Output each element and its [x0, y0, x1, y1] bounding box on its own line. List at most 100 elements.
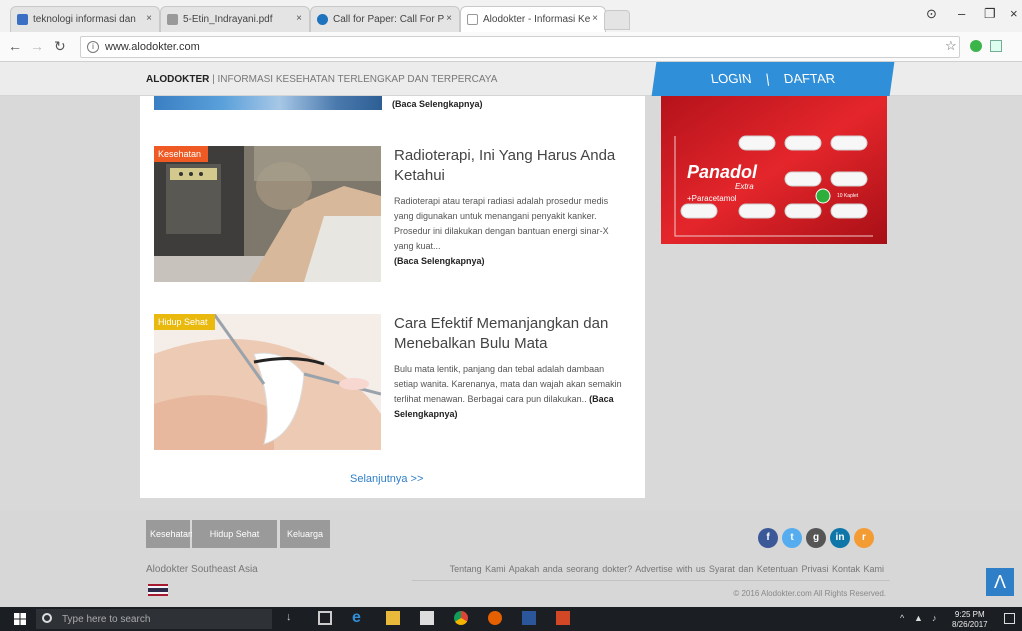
category-badge[interactable]: Hidup Sehat [154, 314, 215, 330]
rss-icon[interactable]: r [854, 528, 874, 548]
facebook-icon[interactable]: f [758, 528, 778, 548]
taskbar-search-placeholder: Type here to search [62, 614, 151, 625]
copyright-text: © 2016 Alodokter.com All Rights Reserved… [733, 589, 886, 598]
volume-icon[interactable]: ♪ [932, 613, 937, 623]
windows-start-icon[interactable] [14, 613, 26, 625]
action-center-icon[interactable] [1004, 613, 1015, 624]
tab-label: 5-Etin_Indrayani.pdf [183, 14, 273, 25]
article-excerpt: Bulu mata lentik, panjang dan tebal adal… [394, 362, 626, 422]
back-icon[interactable]: ← [8, 38, 22, 54]
minimize-button[interactable]: – [958, 6, 965, 21]
windows-taskbar: Type here to search ↓ e ^ ▲ ♪ 9:25 PM 8/… [0, 607, 1022, 631]
read-more-link[interactable]: (Baca Selengkapnya) [392, 99, 483, 109]
browser-tab[interactable]: teknologi informasi dan × [10, 6, 160, 32]
task-view-icon[interactable] [318, 611, 332, 625]
favicon-icon [17, 14, 28, 25]
browser-tab[interactable]: 5-Etin_Indrayani.pdf × [160, 6, 310, 32]
store-icon[interactable] [420, 611, 434, 625]
footer-links: Tentang Kami Apakah anda seorang dokter?… [450, 564, 884, 574]
tab-close-icon[interactable]: × [146, 13, 152, 24]
thailand-flag-icon[interactable] [148, 584, 168, 596]
browser-tab-strip: teknologi informasi dan × 5-Etin_Indraya… [0, 0, 1022, 32]
tab-close-icon[interactable]: × [446, 13, 452, 24]
word-icon[interactable] [522, 611, 536, 625]
maximize-button[interactable]: ❐ [984, 6, 996, 22]
article-list: (Baca Selengkapnya) Kesehatan Radioterap… [140, 96, 645, 498]
forward-icon[interactable]: → [30, 38, 44, 54]
article-card: Hidup Sehat Cara Efektif Memanjangkan da… [154, 314, 634, 454]
article-title[interactable]: Radioterapi, Ini Yang Harus Anda Ketahui [394, 146, 634, 186]
extension-icon[interactable] [990, 40, 1002, 52]
google-plus-icon[interactable]: g [806, 528, 826, 548]
url-field[interactable]: i www.alodokter.com [80, 36, 960, 58]
clock-time: 9:25 PM [954, 610, 985, 619]
site-info-icon[interactable]: i [87, 41, 99, 53]
new-tab-button[interactable] [604, 10, 630, 30]
firefox-icon[interactable] [488, 611, 502, 625]
site-brand[interactable]: ALODOKTER | INFORMASI KESEHATAN TERLENGK… [146, 74, 497, 85]
browser-tab-active[interactable]: Alodokter - Informasi Ke × [460, 6, 606, 32]
footer-link-advertise[interactable]: Advertise with us [635, 564, 705, 574]
edge-icon [317, 14, 328, 25]
brand-separator: | [212, 74, 215, 85]
twitter-icon[interactable]: t [782, 528, 802, 548]
read-more-link[interactable]: (Baca Selengkapnya) [394, 256, 485, 266]
taskbar-clock[interactable]: 9:25 PM 8/26/2017 [952, 610, 988, 630]
region-label: Alodokter Southeast Asia [146, 564, 258, 575]
browser-tab[interactable]: Call for Paper: Call For P × [310, 6, 460, 32]
article-thumbnail[interactable]: Hidup Sehat [154, 314, 381, 450]
microphone-icon[interactable]: ↓ [286, 611, 300, 625]
previous-article-image[interactable] [154, 96, 382, 110]
tab-label: Call for Paper: Call For P [333, 14, 445, 25]
network-icon[interactable]: ▲ [914, 613, 923, 623]
article-excerpt: Radioterapi atau terapi radiasi adalah p… [394, 194, 626, 269]
taskbar-search[interactable]: Type here to search [36, 609, 272, 629]
login-link[interactable]: LOGIN [709, 62, 754, 96]
edge-browser-icon[interactable]: e [352, 610, 366, 626]
article-thumbnail[interactable]: Kesehatan [154, 146, 381, 282]
document-icon [467, 14, 478, 25]
ad-caption: 10 Kaplet [837, 193, 859, 199]
tab-label: Alodokter - Informasi Ke [483, 14, 591, 25]
site-tagline: INFORMASI KESEHATAN TERLENGKAP DAN TERPE… [217, 74, 498, 85]
close-window-button[interactable]: × [1010, 6, 1018, 21]
tab-close-icon[interactable]: × [592, 13, 598, 24]
reload-icon[interactable]: ↻ [54, 38, 66, 55]
tab-close-icon[interactable]: × [296, 13, 302, 24]
file-explorer-icon[interactable] [386, 611, 400, 625]
bookmark-star-icon[interactable]: ☆ [945, 38, 957, 54]
panadol-ad[interactable]: Panadol Extra +Paracetamol 10 Kaplet [661, 96, 887, 244]
footer-category-keluarga[interactable]: Keluarga [280, 520, 330, 548]
ad-sub: Extra [735, 182, 754, 191]
clock-date: 8/26/2017 [952, 620, 988, 629]
excerpt-text: Radioterapi atau terapi radiasi adalah p… [394, 196, 609, 251]
footer-link-privacy[interactable]: Privasi [801, 564, 828, 574]
address-toolbar: ← → ↻ i www.alodokter.com [0, 32, 1022, 62]
next-page-link[interactable]: Selanjutnya >> [350, 473, 423, 485]
url-text: www.alodokter.com [105, 41, 200, 53]
scroll-to-top-button[interactable]: Λ [986, 568, 1014, 596]
tray-chevron-icon[interactable]: ^ [900, 613, 904, 623]
footer-link-doctor[interactable]: Apakah anda seorang dokter? [509, 564, 633, 574]
footer-link-contact[interactable]: Kontak Kami [832, 564, 884, 574]
auth-bar: LOGIN | DAFTAR [651, 62, 895, 96]
article-card: Kesehatan Radioterapi, Ini Yang Harus An… [154, 146, 634, 286]
category-badge[interactable]: Kesehatan [154, 146, 209, 162]
article-title[interactable]: Cara Efektif Memanjangkan dan Menebalkan… [394, 314, 634, 354]
footer-category-kesehatan[interactable]: Kesehatan [146, 520, 193, 548]
powerpoint-icon[interactable] [556, 611, 570, 625]
document-icon [167, 14, 178, 25]
extension-icon[interactable] [970, 40, 982, 52]
ad-ingredient: +Paracetamol [687, 194, 737, 203]
linkedin-icon[interactable]: in [830, 528, 850, 548]
site-logo[interactable]: ALODOKTER [146, 74, 209, 85]
footer-link-terms[interactable]: Syarat dan Ketentuan [709, 564, 798, 574]
footer-divider [412, 580, 890, 581]
footer-category-hidup-sehat[interactable]: Hidup Sehat [192, 520, 277, 548]
register-link[interactable]: DAFTAR [781, 62, 837, 96]
auth-separator: | [764, 71, 771, 86]
profile-icon[interactable]: ⊙ [926, 6, 937, 22]
ad-brand: Panadol [687, 162, 758, 182]
footer-link-about[interactable]: Tentang Kami [450, 564, 506, 574]
chrome-icon[interactable] [454, 611, 468, 625]
